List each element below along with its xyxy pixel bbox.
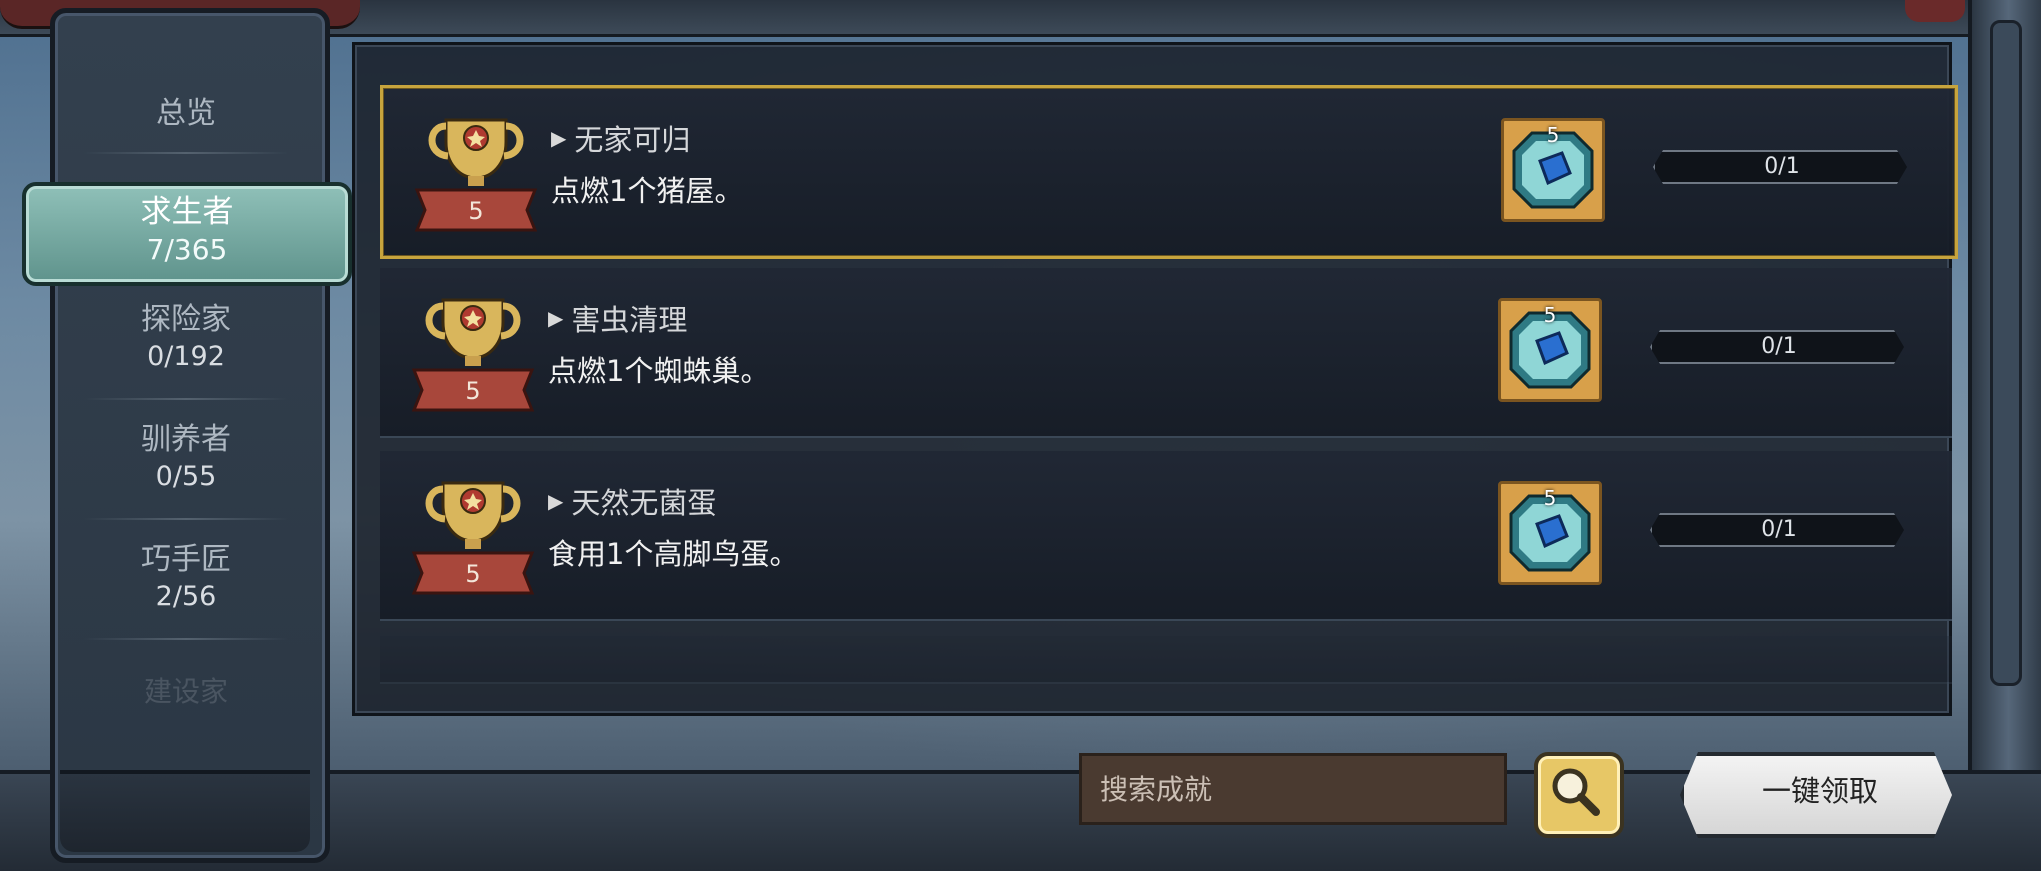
- magnifier-icon: [1552, 768, 1600, 816]
- achievement-description: 点燃1个猪屋。: [551, 174, 744, 208]
- play-triangle-icon: ▶: [548, 306, 564, 330]
- play-triangle-icon: ▶: [548, 489, 564, 513]
- reward-count: 5: [1543, 486, 1557, 510]
- sidebar-item-survivor[interactable]: 求生者 7/365: [22, 182, 352, 286]
- sidebar-ornament: [60, 770, 310, 852]
- divider: [84, 518, 288, 520]
- reward-item[interactable]: 5: [1498, 481, 1602, 585]
- sidebar-item-overview[interactable]: 总览: [70, 84, 302, 154]
- trophy-level: 5: [465, 560, 481, 588]
- divider: [84, 638, 288, 640]
- progress-bar: 0/1: [1650, 330, 1904, 364]
- achievement-title: ▶ 天然无菌蛋: [548, 481, 716, 521]
- achievement-title: ▶ 无家可归: [551, 118, 690, 158]
- achievement-row[interactable]: 5 ▶ 天然无菌蛋 食用1个高脚鸟蛋。 5 0/1: [380, 451, 1952, 621]
- achievement-title-text: 天然无菌蛋: [571, 486, 717, 520]
- sidebar-item-label: 巧手匠: [141, 542, 231, 577]
- divider: [84, 152, 288, 154]
- divider: [84, 398, 288, 400]
- sidebar-item-tamer[interactable]: 驯养者 0/55: [70, 420, 302, 520]
- sidebar-item-label: 驯养者: [141, 422, 231, 457]
- achievement-row[interactable]: 5 ▶ 害虫清理 点燃1个蜘蛛巢。 5 0/1: [380, 268, 1952, 438]
- top-ornament-right: [1905, 0, 1965, 22]
- trophy-level: 5: [468, 197, 484, 225]
- trophy-level: 5: [465, 377, 481, 405]
- sidebar-item-label: 求生者: [140, 194, 234, 230]
- sidebar-item-explorer[interactable]: 探险家 0/192: [70, 300, 302, 400]
- sidebar-item-label: 总览: [156, 96, 216, 131]
- sidebar-item-builder[interactable]: 建设家: [70, 670, 302, 706]
- sidebar-item-count: 0/192: [147, 341, 225, 372]
- reward-count: 5: [1546, 123, 1560, 147]
- progress-bar: 0/1: [1650, 513, 1904, 547]
- play-triangle-icon: ▶: [551, 126, 567, 150]
- sidebar-item-count: 2/56: [155, 581, 217, 612]
- achievement-title-text: 无家可归: [574, 123, 691, 157]
- achievement-description: 点燃1个蜘蛛巢。: [548, 354, 770, 388]
- search-button[interactable]: [1534, 752, 1624, 838]
- achievement-row-partial: [380, 636, 1952, 684]
- right-frame-pillar: [1990, 20, 2022, 686]
- achievement-title-text: 害虫清理: [571, 303, 688, 337]
- achievement-description: 食用1个高脚鸟蛋。: [548, 537, 799, 571]
- sidebar-item-count: 7/365: [146, 233, 228, 266]
- reward-item[interactable]: 5: [1501, 118, 1605, 222]
- reward-count: 5: [1543, 303, 1557, 327]
- sidebar-item-label: 探险家: [141, 302, 231, 337]
- progress-bar: 0/1: [1653, 150, 1907, 184]
- achievement-row[interactable]: 5 ▶ 无家可归 点燃1个猪屋。 5 0/1: [380, 85, 1958, 259]
- sidebar-item-count: 0/55: [155, 461, 217, 492]
- claim-all-button[interactable]: 一键领取: [1680, 752, 1952, 838]
- reward-item[interactable]: 5: [1498, 298, 1602, 402]
- search-achievements-input[interactable]: [1079, 753, 1507, 825]
- achievement-title: ▶ 害虫清理: [548, 298, 687, 338]
- sidebar-item-craftsman[interactable]: 巧手匠 2/56: [70, 540, 302, 640]
